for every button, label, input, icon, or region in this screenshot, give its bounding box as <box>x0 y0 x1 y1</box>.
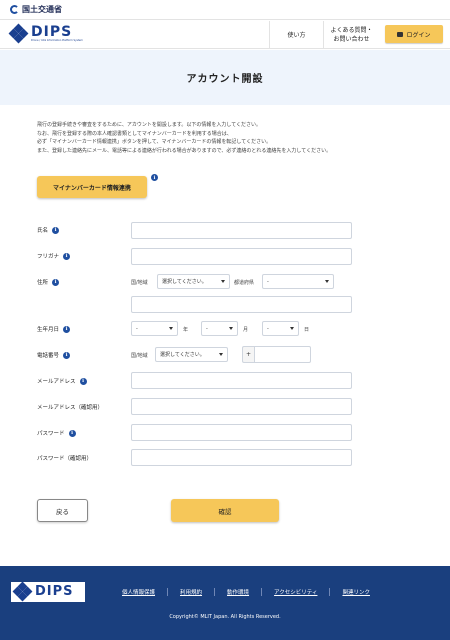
phone-info-icon[interactable]: i <box>63 351 71 359</box>
nav-faq-line1: よくある質問・ <box>330 27 373 34</box>
login-icon <box>397 31 404 37</box>
dips-logo-word: DIPS <box>31 24 73 40</box>
year-unit: 年 <box>183 327 189 333</box>
address-label-row: 住所 i <box>37 277 60 287</box>
country-label: 国/地域 <box>131 280 148 286</box>
footer-link-accessibility[interactable]: アクセシビリティ <box>261 588 329 596</box>
kana-info-icon[interactable]: i <box>63 252 71 260</box>
name-label-row: 氏名 i <box>37 225 60 235</box>
chevron-down-icon <box>169 327 173 330</box>
intro-text: 飛行の登録手続きや審査をするために、アカウントを開設します。以下の情報を入力して… <box>37 121 417 155</box>
email-confirm-label: メールアドレス（確認用） <box>37 405 104 411</box>
kana-label: フリガナ <box>37 254 60 260</box>
name-input[interactable] <box>131 222 352 239</box>
chevron-down-icon <box>325 280 329 283</box>
nav-faq-line2: お問い合わせ <box>333 36 370 43</box>
footer-link-terms[interactable]: 利用規約 <box>167 588 214 596</box>
password-confirm-label-row: パスワード（確認用） <box>37 453 92 463</box>
phone-label-row: 電話番号 i <box>37 350 71 360</box>
prefecture-select[interactable]: - <box>262 274 334 289</box>
password-info-icon[interactable]: i <box>68 429 76 437</box>
page-title: アカウント開設 <box>186 74 264 85</box>
birth-month-value: - <box>206 325 208 332</box>
name-info-icon[interactable]: i <box>52 226 60 234</box>
password-label: パスワード <box>37 431 65 437</box>
page-hero: アカウント開設 <box>0 50 450 105</box>
footer-link-privacy[interactable]: 個人情報保護 <box>110 588 167 596</box>
mlit-logo-icon <box>10 5 19 14</box>
site-header: DIPS Drone / UAS Information Platform Sy… <box>0 21 450 49</box>
email-confirm-input[interactable] <box>131 398 352 415</box>
country-select-value: 選択してください。 <box>162 279 207 285</box>
birth-year-value: - <box>136 325 138 332</box>
footer-logo-word: DIPS <box>35 584 74 599</box>
address-label: 住所 <box>37 280 49 286</box>
phone-input[interactable] <box>254 346 311 363</box>
birthday-label: 生年月日 <box>37 327 60 333</box>
day-unit: 日 <box>304 327 310 333</box>
birth-year-select[interactable]: - <box>131 321 178 336</box>
phone-label: 電話番号 <box>37 353 60 359</box>
email-label: メールアドレス <box>37 379 76 385</box>
password-input[interactable] <box>131 424 352 441</box>
phone-country-label: 国/地域 <box>131 353 148 359</box>
footer-link-environment[interactable]: 動作環境 <box>214 588 261 596</box>
dips-logo-sub: Drone / UAS Information Platform System <box>31 39 83 42</box>
phone-country-select[interactable]: 選択してください。 <box>155 347 228 362</box>
dips-logo[interactable]: DIPS Drone / UAS Information Platform Sy… <box>8 23 83 44</box>
password-confirm-input[interactable] <box>131 449 352 466</box>
login-label: ログイン <box>406 31 431 39</box>
email-info-icon[interactable]: i <box>79 377 87 385</box>
password-confirm-label: パスワード（確認用） <box>37 456 93 462</box>
email-input[interactable] <box>131 372 352 389</box>
login-button[interactable]: ログイン <box>385 25 443 43</box>
prefecture-label: 都道府県 <box>234 280 255 286</box>
intro-line-1: 飛行の登録手続きや審査をするために、アカウントを開設します。以下の情報を入力して… <box>37 122 262 128</box>
chevron-down-icon <box>219 353 223 356</box>
site-footer: DIPS 個人情報保護 利用規約 動作環境 アクセシビリティ 関連リンク <box>0 566 450 640</box>
gov-bar: 国土交通省 <box>0 0 450 20</box>
dips-mark-icon <box>12 581 33 602</box>
password-label-row: パスワード i <box>37 428 76 438</box>
intro-line-2: なお、飛行を登録する際の本人確認書類としてマイナンバーカードを利用する場合は、 <box>37 130 232 137</box>
footer-dips-logo[interactable]: DIPS <box>11 581 85 602</box>
confirm-button[interactable]: 確認 <box>171 499 279 522</box>
address-info-icon[interactable]: i <box>52 278 60 286</box>
email-confirm-label-row: メールアドレス（確認用） <box>37 402 103 412</box>
birth-day-value: - <box>267 325 269 332</box>
birthday-label-row: 生年月日 i <box>37 324 71 334</box>
nav-usage[interactable]: 使い方 <box>269 21 323 49</box>
footer-links: 個人情報保護 利用規約 動作環境 アクセシビリティ 関連リンク <box>110 588 382 596</box>
kana-label-row: フリガナ i <box>37 251 71 261</box>
address-detail-input[interactable] <box>131 296 352 313</box>
country-select[interactable]: 選択してください。 <box>157 274 230 289</box>
nav-faq[interactable]: よくある質問・ お問い合わせ <box>323 21 379 49</box>
birth-day-select[interactable]: - <box>262 321 299 336</box>
footer-link-related[interactable]: 関連リンク <box>329 588 382 596</box>
month-unit: 月 <box>243 327 249 333</box>
birth-month-select[interactable]: - <box>201 321 238 336</box>
chevron-down-icon <box>221 280 225 283</box>
mynumber-link-button[interactable]: マイナンバーカード情報連携 <box>37 176 147 198</box>
dips-mark-icon <box>8 23 29 44</box>
mlit-logo[interactable]: 国土交通省 <box>10 4 62 15</box>
mlit-name: 国土交通省 <box>22 5 62 14</box>
kana-input[interactable] <box>131 248 352 265</box>
mynumber-info-icon[interactable]: i <box>151 174 158 181</box>
intro-line-3: 必ず「マイナンバーカード情報連携」ボタンを押して、マイナンバーカードの情報を転記… <box>37 139 272 145</box>
copyright: Copyright© MLIT Japan. All Rights Reserv… <box>169 614 281 620</box>
chevron-down-icon <box>290 327 294 330</box>
phone-plus-prefix: + <box>242 346 254 363</box>
back-button[interactable]: 戻る <box>37 499 88 522</box>
email-label-row: メールアドレス i <box>37 376 87 386</box>
prefecture-select-value: - <box>267 278 269 285</box>
intro-line-4: また、登録した連絡先にメール、電話等による連絡が行われる場合がありますので、必ず… <box>37 147 332 154</box>
birthday-info-icon[interactable]: i <box>63 325 71 333</box>
chevron-down-icon <box>229 327 233 330</box>
name-label: 氏名 <box>37 228 49 234</box>
phone-country-value: 選択してください。 <box>160 352 205 358</box>
